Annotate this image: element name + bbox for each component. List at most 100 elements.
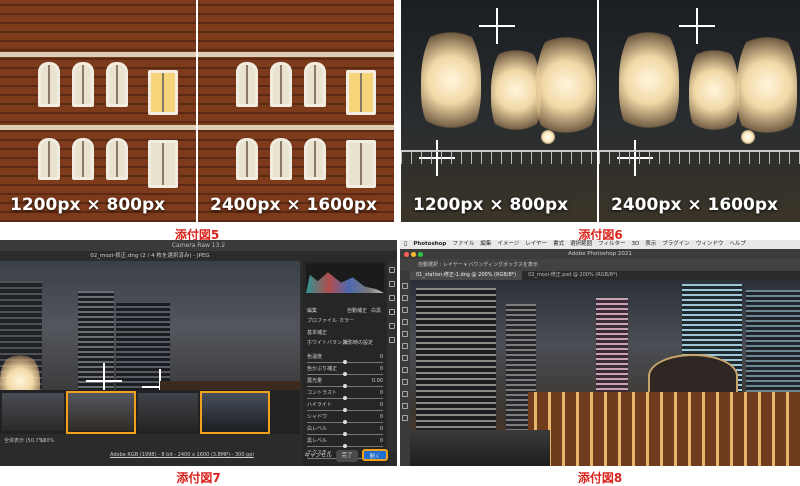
thumbnail[interactable]	[2, 393, 64, 431]
crop-tool-icon[interactable]	[389, 281, 395, 287]
slider-value[interactable]: 0	[380, 437, 383, 446]
cornice	[198, 52, 394, 57]
canvas[interactable]	[410, 280, 800, 466]
slider-value[interactable]: 0	[380, 401, 383, 410]
menu-item[interactable]: ヘルプ	[729, 241, 746, 247]
lasso-tool-icon[interactable]	[402, 307, 408, 313]
slider-thumb[interactable]	[343, 408, 347, 412]
cornice	[0, 52, 196, 57]
skyscraper	[416, 288, 496, 438]
slider-label: シャドウ	[307, 414, 328, 420]
slider-thumb[interactable]	[343, 420, 347, 424]
menu-item[interactable]: 編集	[480, 241, 491, 247]
railing	[599, 150, 800, 164]
fig6-photo-1200: 1200px × 800px	[401, 0, 597, 222]
eyedropper-tool-icon[interactable]	[402, 343, 408, 349]
slider-row[interactable]: 色温度 0	[303, 353, 387, 364]
right-toolbar	[387, 261, 397, 451]
done-button[interactable]: 完了	[336, 450, 358, 462]
slider-row[interactable]: 黒レベル 0	[303, 437, 387, 448]
quick-select-tool-icon[interactable]	[402, 319, 408, 325]
slider-row[interactable]: ハイライト 0	[303, 401, 387, 412]
slider-value[interactable]: 0.00	[372, 377, 383, 386]
window	[270, 138, 292, 180]
menu-item[interactable]: プラグイン	[662, 241, 690, 247]
slider-value[interactable]: 0	[380, 365, 383, 374]
wb-select[interactable]: 撮影時の設定	[343, 339, 373, 348]
menu-item[interactable]: イメージ	[497, 241, 519, 247]
marquee-tool-icon[interactable]	[402, 295, 408, 301]
mask-tool-icon[interactable]	[389, 309, 395, 315]
slider-value[interactable]: 0	[380, 413, 383, 422]
slider-row[interactable]: 白レベル 0	[303, 425, 387, 436]
slider-track[interactable]	[307, 360, 383, 364]
wb-row[interactable]: ホワイトバランス 撮影時の設定	[303, 339, 387, 348]
text-tool-icon[interactable]	[402, 403, 408, 409]
presets-tool-icon[interactable]	[389, 337, 395, 343]
menu-item[interactable]: 3D	[632, 241, 640, 247]
eraser-tool-icon[interactable]	[402, 379, 408, 385]
crop-tool-icon[interactable]	[402, 331, 408, 337]
stamp-tool-icon[interactable]	[402, 367, 408, 373]
slider-track[interactable]	[307, 432, 383, 436]
histogram	[306, 263, 384, 293]
menu-item[interactable]: ウィンドウ	[696, 241, 724, 247]
slider-row[interactable]: 色かぶり補正 0	[303, 365, 387, 376]
heal-tool-icon[interactable]	[389, 295, 395, 301]
cancel-button[interactable]: キャンセル	[304, 450, 332, 462]
gradient-tool-icon[interactable]	[402, 391, 408, 397]
station-building	[528, 392, 800, 466]
slider-thumb[interactable]	[343, 384, 347, 388]
auto-button[interactable]: 自動補正	[347, 307, 367, 316]
redeye-tool-icon[interactable]	[389, 323, 395, 329]
open-button[interactable]: 開く	[362, 449, 388, 461]
slider-track[interactable]	[307, 384, 383, 388]
slider-thumb[interactable]	[343, 432, 347, 436]
info-link[interactable]: Adobe RGB (1998) - 8 bit - 2400 x 1600 (…	[110, 452, 254, 458]
move-tool-icon[interactable]	[402, 283, 408, 289]
apple-icon[interactable]: 	[404, 241, 407, 247]
edit-tool-icon[interactable]	[389, 267, 395, 273]
zoom-window-icon[interactable]	[418, 252, 423, 257]
brush-tool-icon[interactable]	[402, 355, 408, 361]
menu-item[interactable]: 選択範囲	[570, 241, 592, 247]
resolution-label: 2400px × 1600px	[611, 195, 778, 215]
thumbnail[interactable]	[138, 393, 198, 431]
profile-row[interactable]: プロファイル カラー	[303, 317, 387, 326]
slider-thumb[interactable]	[343, 372, 347, 376]
slider-row[interactable]: シャドウ 0	[303, 413, 387, 424]
slider-track[interactable]	[307, 444, 383, 448]
slider-row[interactable]: 露光量 0.00	[303, 377, 387, 388]
menu-item[interactable]: フィルター	[598, 241, 625, 247]
slider-thumb[interactable]	[343, 444, 347, 448]
panel-section-title: 編集 自動補正 白黒	[303, 307, 387, 316]
basic-section-header[interactable]: 基本補正	[303, 329, 387, 338]
slider-track[interactable]	[307, 372, 383, 376]
slider-value[interactable]: 0	[380, 425, 383, 434]
slider-thumb[interactable]	[343, 396, 347, 400]
fig5-photo-2400: 2400px × 1600px	[198, 0, 394, 222]
slider-row[interactable]: コントラスト 0	[303, 389, 387, 400]
slider-track[interactable]	[307, 420, 383, 424]
menu-item[interactable]: レイヤー	[525, 241, 547, 247]
selection-highlight	[66, 391, 136, 434]
hand-tool-icon[interactable]	[402, 415, 408, 421]
menu-item[interactable]: 表示	[645, 241, 656, 247]
zoom-value[interactable]: 100%	[40, 436, 54, 446]
slider-value[interactable]: 0	[380, 353, 383, 362]
menu-item[interactable]: Photoshop	[413, 241, 446, 247]
document-tab[interactable]: 02_mozi-修正.psd @ 200% (RGB/8*)	[522, 271, 623, 280]
slider-track[interactable]	[307, 396, 383, 400]
minimize-window-icon[interactable]	[411, 252, 416, 257]
menu-item[interactable]: ファイル	[452, 241, 474, 247]
slider-value[interactable]: 0	[380, 389, 383, 398]
close-window-icon[interactable]	[404, 252, 409, 257]
window	[236, 62, 258, 107]
profile-select[interactable]: カラー	[339, 317, 354, 326]
options-bar[interactable]: 自動選択 : レイヤー ▾ バウンディングボックスを表示	[400, 259, 800, 271]
document-tab[interactable]: 01_station-修正-1.dng @ 200% (RGB/8*)	[410, 271, 523, 280]
slider-track[interactable]	[307, 408, 383, 412]
slider-thumb[interactable]	[343, 360, 347, 364]
menu-item[interactable]: 書式	[553, 241, 564, 247]
bw-button[interactable]: 白黒	[371, 307, 381, 316]
